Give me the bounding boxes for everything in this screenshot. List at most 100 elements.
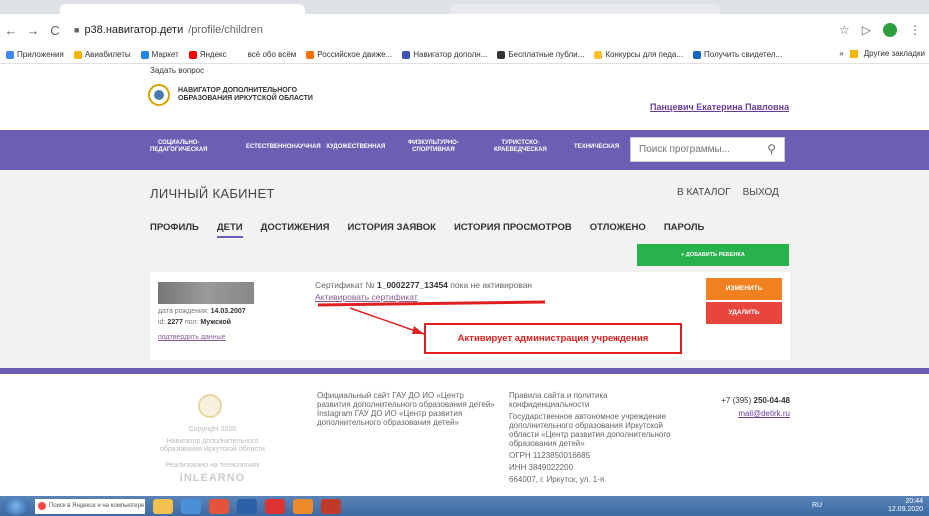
program-search[interactable]: ⚲ — [630, 137, 785, 162]
bookmark-item[interactable]: Российское движе... — [306, 50, 392, 59]
bookmark-icon — [594, 50, 603, 59]
extension-icon[interactable] — [883, 23, 897, 37]
bookmark-item[interactable]: Яндекс — [188, 50, 227, 59]
logo-emblem-icon — [148, 84, 170, 106]
tab-item[interactable]: ИСТОРИЯ ЗАЯВОК — [347, 222, 436, 238]
tab-item[interactable]: ПРОФИЛЬ — [150, 222, 199, 238]
bookmark-icon — [497, 50, 506, 59]
bookmark-item[interactable]: Приложения — [6, 50, 64, 59]
back-icon[interactable]: ← — [0, 23, 22, 38]
tab-item[interactable]: ДЕТИ — [216, 222, 243, 238]
browser-tab[interactable] — [450, 4, 720, 14]
address-bar-row: ← → C ■ p38.навигатор.дети/profile/child… — [0, 14, 929, 46]
bookmark-icon — [306, 50, 315, 59]
word-app-icon[interactable] — [237, 498, 257, 514]
search-input[interactable] — [639, 144, 759, 155]
bookmark-label: Яндекс — [199, 50, 227, 59]
user-name-link[interactable]: Панцевич Екатерина Павловна — [650, 102, 789, 112]
nav-item-line1: ТЕХНИЧЕСКАЯ — [574, 144, 620, 150]
phone-prefix: +7 (395) — [721, 396, 752, 405]
birth-date: 14.03.2007 — [210, 308, 246, 315]
browser-tab-active[interactable] — [60, 4, 305, 14]
menu-icon[interactable]: ⋮ — [909, 23, 921, 37]
tab-item[interactable]: ОТЛОЖЕНО — [590, 222, 646, 238]
clock-date: 12.09.2020 — [887, 506, 923, 513]
nav-item-line1: ТУРИСТСКО- — [501, 140, 540, 146]
address: 664007, г. Иркутск, ул. 1-я — [509, 475, 605, 484]
id-value: 2277 — [167, 319, 183, 326]
email-link[interactable]: mail@detirk.ru — [690, 407, 790, 420]
footer-logo-icon — [198, 394, 222, 418]
logo-line-2: ОБРАЗОВАНИЯ ИРКУТСКОЙ ОБЛАСТИ — [178, 95, 313, 102]
id-gender-row: id: 2277 пол: Мужской — [158, 319, 231, 326]
tab-item[interactable]: ДОСТИЖЕНИЯ — [261, 222, 330, 238]
chrome-app-icon[interactable] — [209, 498, 229, 514]
catalog-link[interactable]: В КАТАЛОГ — [677, 187, 731, 198]
instagram-link[interactable]: Instagram ГАУ ДО ИО «Центр развития допо… — [317, 409, 497, 427]
url-host: p38.навигатор.дети — [84, 24, 184, 36]
bookmark-label: Бесплатные публи... — [508, 50, 585, 59]
cert-number: 1_0002277_13454 — [376, 280, 448, 290]
bookmark-label: Приложения — [17, 50, 64, 59]
play-icon[interactable]: ▷ — [862, 23, 871, 37]
nav-item-line1: ЕСТЕСТВЕННОНАУЧНАЯ — [246, 144, 321, 150]
nav-category-item[interactable]: ТЕХНИЧЕСКАЯ — [574, 144, 619, 151]
search-icon[interactable]: ⚲ — [767, 142, 776, 156]
bookmark-item[interactable]: Конкурсы для педа... — [594, 50, 683, 59]
bookmark-item[interactable]: Маркет — [140, 50, 179, 59]
copyright: Copyright 2020 — [188, 426, 237, 433]
nav-category-item[interactable]: СОЦИАЛЬНО- ПЕДАГОГИЧЕСКАЯ — [150, 140, 207, 154]
tab-item[interactable]: ИСТОРИЯ ПРОСМОТРОВ — [454, 222, 572, 238]
bookmark-label: Российское движе... — [317, 50, 393, 59]
chevron-right-icon[interactable]: » — [839, 49, 843, 58]
media-app-icon[interactable] — [293, 498, 313, 514]
footer-tech: Реализовано на технологиях — [165, 462, 260, 469]
nav-category-item[interactable]: ФИЗКУЛЬТУРНО- СПОРТИВНАЯ — [408, 140, 459, 154]
other-bookmarks[interactable]: Другие закладки — [864, 49, 925, 58]
url-field[interactable]: ■ p38.навигатор.дети/profile/children — [74, 24, 263, 36]
exit-link[interactable]: ВЫХОД — [743, 187, 779, 198]
logo-line-1: НАВИГАТОР ДОПОЛНИТЕЛЬНОГО — [178, 87, 298, 94]
gender-value: Мужской — [200, 319, 231, 326]
bookmark-icon — [693, 50, 702, 59]
delete-button[interactable]: УДАЛИТЬ — [706, 302, 782, 324]
bookmark-icon — [402, 50, 411, 59]
bookmark-item[interactable]: Авиабилеты — [73, 50, 131, 59]
browser-tabstrip — [0, 0, 929, 14]
yandex-browser-icon[interactable] — [265, 498, 285, 514]
bookmark-label: Получить свидетел... — [704, 50, 783, 59]
bookmark-icon — [140, 50, 149, 59]
bookmark-item[interactable]: Навигатор дополн... — [402, 50, 487, 59]
reload-icon[interactable]: C — [44, 23, 66, 38]
language-indicator[interactable]: RU — [812, 502, 822, 509]
tab-item[interactable]: ПАРОЛЬ — [664, 222, 705, 238]
lock-icon: ■ — [74, 25, 80, 35]
ie-app-icon[interactable] — [181, 498, 201, 514]
nav-category-item[interactable]: ЕСТЕСТВЕННОНАУЧНАЯ — [246, 144, 321, 151]
bookmark-item[interactable]: Бесплатные публи... — [497, 50, 584, 59]
change-button[interactable]: ИЗМЕНИТЬ — [706, 278, 782, 300]
page-title: ЛИЧНЫЙ КАБИНЕТ — [150, 186, 275, 201]
official-site-link[interactable]: Официальный сайт ГАУ ДО ИО «Центр развит… — [317, 391, 497, 409]
bookmark-item[interactable]: Получить свидетел... — [693, 50, 782, 59]
forward-icon[interactable]: → — [22, 23, 44, 38]
start-button-icon[interactable] — [3, 497, 29, 515]
policy-link[interactable]: Правила сайта и политика конфиденциально… — [509, 391, 689, 409]
org-full-name: Государственное автономное учреждение до… — [509, 412, 671, 448]
nav-category-item[interactable]: ТУРИСТСКО- КРАЕВЕДЧЕСКАЯ — [494, 140, 547, 154]
inlearno-logo[interactable]: iNLEARNO — [150, 473, 275, 484]
star-icon[interactable]: ☆ — [839, 23, 850, 37]
cert-prefix: Сертификат № — [315, 280, 375, 290]
clock[interactable]: 20:44 12.09.2020 — [888, 498, 923, 514]
folder-app-icon[interactable] — [153, 498, 173, 514]
site-logo[interactable]: НАВИГАТОР ДОПОЛНИТЕЛЬНОГО ОБРАЗОВАНИЯ ИР… — [148, 84, 313, 106]
bookmark-item[interactable]: всё обо всём — [236, 50, 296, 59]
activate-certificate-link[interactable]: Активировать сертификат — [315, 292, 418, 302]
ask-question-link[interactable]: Задать вопрос — [150, 66, 204, 75]
yandex-app-icon[interactable] — [321, 498, 341, 514]
inn: ИНН 3849022200 — [509, 463, 574, 472]
add-child-button[interactable]: + ДОБАВИТЬ РЕБЕНКА — [637, 244, 789, 266]
nav-category-item[interactable]: ХУДОЖЕСТВЕННАЯ — [326, 144, 385, 151]
confirm-data-link[interactable]: подтвердить данные — [158, 334, 226, 341]
yandex-search-box[interactable]: Поиск в Яндексе и на компьютере — [35, 498, 145, 514]
